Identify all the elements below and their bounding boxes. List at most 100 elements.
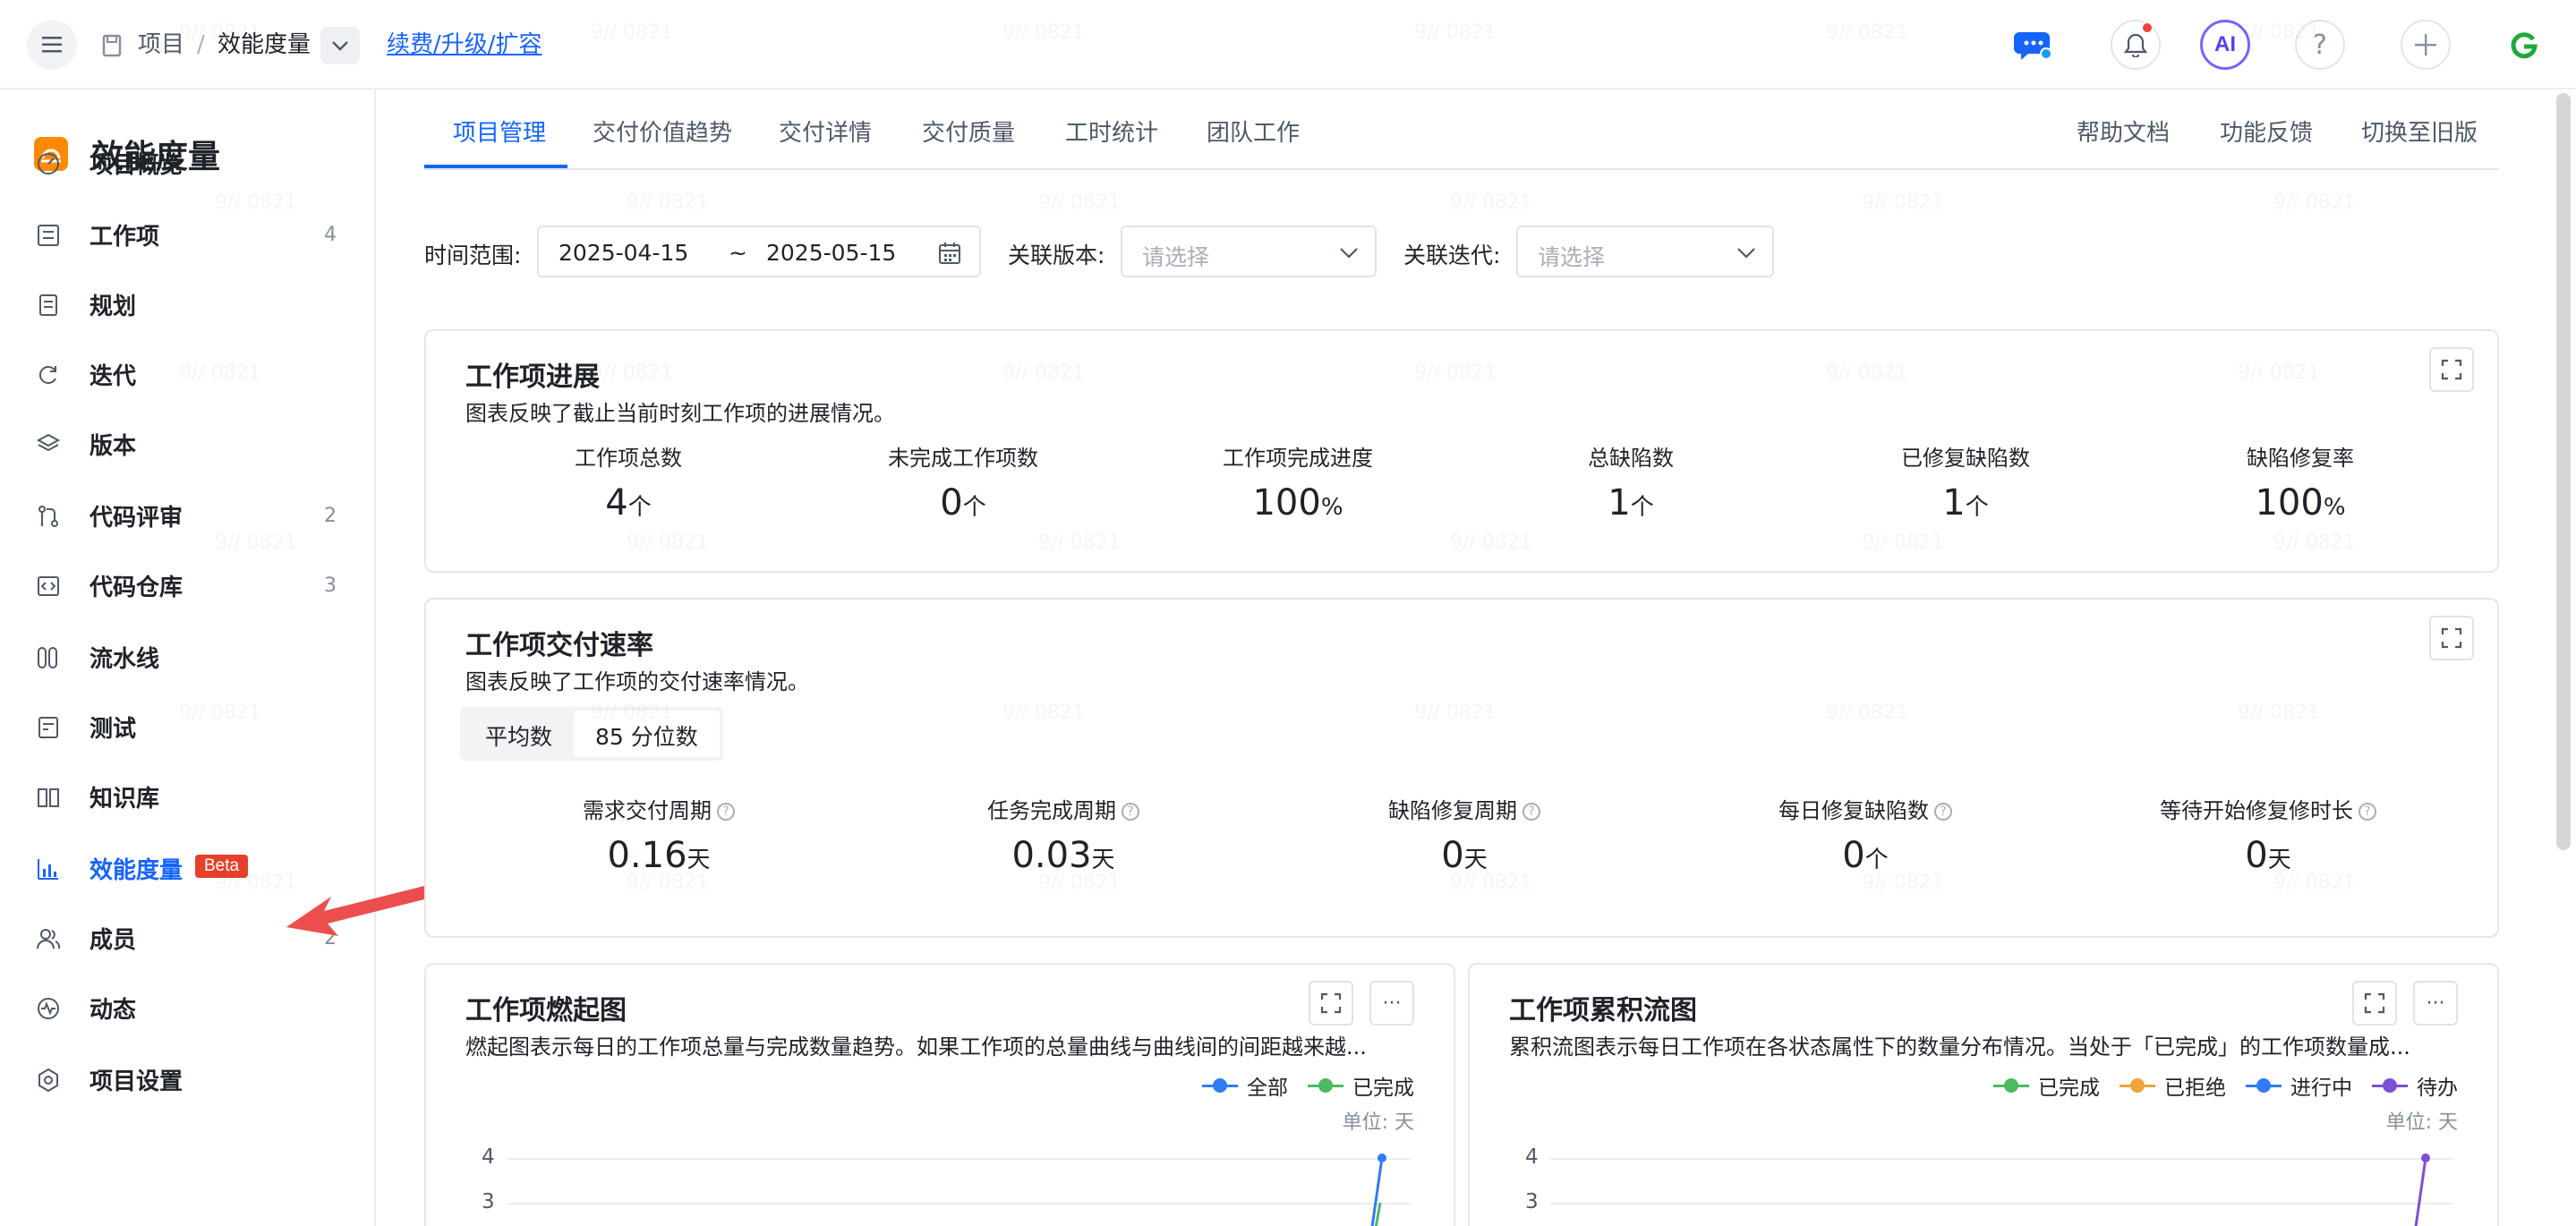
time-range-label: 时间范围: <box>424 243 522 268</box>
card-title: 工作项进展 <box>465 362 600 393</box>
main-tabs: 项目管理 交付价值趋势 交付详情 交付质量 工时统计 团队工作 帮助文档 功能反馈 切换至旧版 <box>424 89 2499 170</box>
version-select[interactable]: 请选择 <box>1121 226 1377 277</box>
help-circle-icon[interactable]: ? <box>1523 803 1540 821</box>
stat-value: 100 <box>2255 482 2324 524</box>
sidebar-item-3[interactable]: 迭代 <box>0 343 376 405</box>
sidebar-item-label: 测试 <box>90 715 137 743</box>
page-scrollbar[interactable] <box>2556 93 2571 850</box>
tab-5[interactable]: 团队工作 <box>1207 115 1300 148</box>
date-range-picker[interactable]: 2025-04-15 ~ 2025-05-15 <box>537 226 981 277</box>
tab-3[interactable]: 交付质量 <box>922 115 1015 148</box>
version-icon <box>36 433 61 452</box>
stat-unit: % <box>1320 494 1343 521</box>
seg-average-button[interactable]: 平均数 <box>464 711 574 757</box>
sidebar-item-label: 项目概览 <box>90 151 183 179</box>
tab-4[interactable]: 工时统计 <box>1065 115 1158 148</box>
iteration-select[interactable]: 请选择 <box>1516 226 1774 277</box>
activity-icon <box>38 998 59 1019</box>
stat-label: 等待开始修复修时长 <box>2160 798 2353 823</box>
burnup-plot <box>1370 1154 1386 1226</box>
tab-action-0[interactable]: 帮助文档 <box>2077 115 2170 148</box>
notification-button[interactable] <box>2111 20 2161 70</box>
user-avatar[interactable] <box>2504 25 2544 64</box>
end-date[interactable]: 2025-05-15 <box>766 240 896 266</box>
plan-icon <box>39 294 57 316</box>
bar-chart-icon <box>38 859 58 880</box>
stat-unit: 天 <box>1463 847 1488 873</box>
sidebar-item-label: 效能度量 <box>90 856 183 884</box>
metric-segmented-control: 平均数 85 分位数 <box>460 707 723 761</box>
help-button[interactable]: ? <box>2295 20 2345 70</box>
sidebar-item-2[interactable]: 规划 <box>0 273 376 336</box>
workitem-icon <box>38 225 59 246</box>
stat-unit: 个 <box>1864 847 1889 873</box>
iteration-placeholder: 请选择 <box>1538 244 1606 270</box>
help-circle-icon[interactable]: ? <box>2358 803 2376 821</box>
date-range-separator: ~ <box>729 240 747 266</box>
breadcrumb-current: 效能度量 <box>218 31 311 58</box>
sidebar-item-6[interactable]: 代码仓库 3 <box>0 554 376 617</box>
watermark: 9// 0821 <box>1038 192 1121 214</box>
chevron-down-icon <box>1340 248 1358 259</box>
tab-action-1[interactable]: 功能反馈 <box>2220 115 2313 148</box>
add-button[interactable] <box>2401 20 2451 70</box>
sidebar-item-count: 3 <box>324 574 337 597</box>
stat-value: 0 <box>1842 835 1865 876</box>
brand-g-icon <box>2511 32 2538 59</box>
burnup-chart-card: 工作项燃起图 燃起图表示每日的工作项总量与完成数量趋势。如果工作项的总量曲线与曲… <box>424 963 1455 1226</box>
fullscreen-button[interactable] <box>2429 616 2474 660</box>
sidebar-item-12[interactable]: 动态 <box>0 976 376 1039</box>
stat-value: 1 <box>1942 482 1966 524</box>
breadcrumb-dropdown[interactable] <box>320 27 360 64</box>
sidebar-item-5[interactable]: 代码评审 2 <box>0 484 376 547</box>
menu-toggle-button[interactable] <box>27 20 77 70</box>
stat-block: 工作项完成进度 100% <box>1137 440 1459 524</box>
renew-upgrade-link[interactable]: 续费/升级/扩容 <box>387 27 542 63</box>
sidebar-item-9[interactable]: 知识库 <box>0 765 376 828</box>
stat-label: 工作项总数 <box>575 446 682 471</box>
help-circle-icon[interactable]: ? <box>1122 803 1139 821</box>
fullscreen-button[interactable] <box>2429 347 2474 392</box>
workitem-progress-card: 工作项进展 图表反映了截止当前时刻工作项的进展情况。 工作项总数 4个 未完成工作项… <box>424 329 2499 573</box>
tab-action-2[interactable]: 切换至旧版 <box>2361 115 2478 148</box>
sidebar-item-4[interactable]: 版本 <box>0 413 376 475</box>
stat-unit: 天 <box>687 847 711 873</box>
stat-block: 总缺陷数 1个 <box>1470 440 1792 524</box>
tab-0[interactable]: 项目管理 <box>453 115 546 148</box>
sidebar-item-7[interactable]: 流水线 <box>0 626 376 688</box>
sidebar-item-8[interactable]: 测试 <box>0 695 376 758</box>
stat-unit: 天 <box>1091 847 1115 873</box>
settings-icon <box>38 1068 58 1093</box>
breadcrumb-project[interactable]: 项目 <box>138 27 184 63</box>
sidebar-item-label: 代码评审 <box>90 504 183 532</box>
stat-unit: 个 <box>1965 494 1989 521</box>
version-label: 关联版本: <box>1008 243 1105 268</box>
stat-unit: % <box>2323 494 2346 521</box>
stat-block: 缺陷修复率 100% <box>2139 440 2461 524</box>
fullscreen-icon <box>2441 627 2462 649</box>
sidebar-item-0[interactable]: 项目概览 <box>0 132 376 194</box>
sidebar: 效能度量 项目概览 工作项 4 规划 迭代 版本 代码评审 2 代码仓库 3 流水线 测试 知识库 效能度… <box>0 89 376 1226</box>
help-circle-icon[interactable]: ? <box>1934 803 1952 821</box>
start-date[interactable]: 2025-04-15 <box>559 240 688 266</box>
sidebar-item-label: 动态 <box>90 996 137 1024</box>
chat-button[interactable] <box>2009 20 2059 70</box>
fullscreen-icon <box>2441 359 2462 380</box>
project-icon <box>102 34 122 57</box>
sidebar-item-count: 4 <box>324 223 337 246</box>
sidebar-item-label: 代码仓库 <box>90 574 183 601</box>
stat-block: 已修复缺陷数 1个 <box>1804 440 2127 524</box>
stat-label: 已修复缺陷数 <box>1901 446 2030 471</box>
data-point-all <box>1378 1154 1386 1162</box>
stat-block: 需求交付周期? 0.16天 <box>498 793 820 876</box>
sidebar-item-13[interactable]: 项目设置 <box>0 1048 376 1111</box>
ai-assistant-button[interactable]: AI <box>2200 20 2250 70</box>
tab-1[interactable]: 交付价值趋势 <box>593 115 732 148</box>
stat-block: 未完成工作项数 0个 <box>802 440 1124 524</box>
watermark: 9// 0821 <box>2273 192 2356 214</box>
sidebar-item-1[interactable]: 工作项 4 <box>0 203 376 266</box>
seg-p85-button[interactable]: 85 分位数 <box>574 711 720 757</box>
help-circle-icon[interactable]: ? <box>717 803 735 821</box>
tab-2[interactable]: 交付详情 <box>779 115 872 148</box>
iteration-label: 关联迭代: <box>1403 243 1501 268</box>
